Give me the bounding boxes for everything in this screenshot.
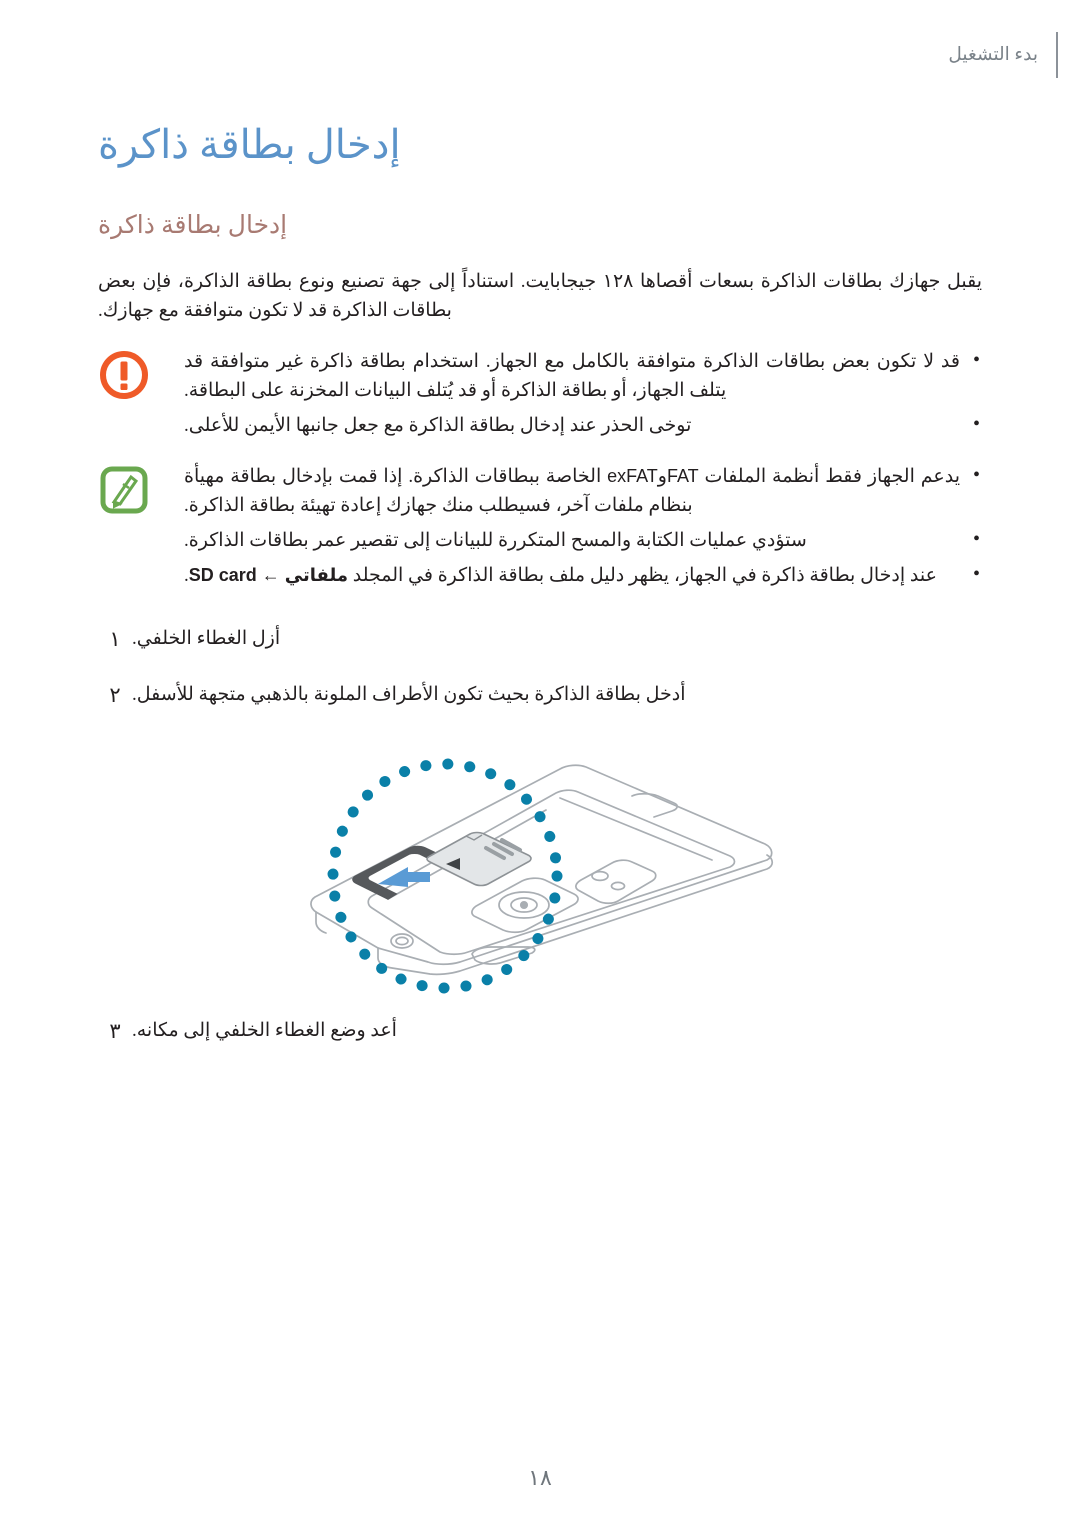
note-bullet-item: ستؤدي عمليات الكتابة والمسح المتكررة للب… [184, 525, 982, 555]
phone-back-memory-card-slot-illustration [260, 736, 820, 996]
note-text-prefix: يدعم الجهاز فقط أنظمة الملفات [698, 465, 960, 487]
caution-bullet-item: توخى الحذر عند إدخال بطاقة الذاكرة مع جع… [184, 410, 982, 440]
step-number: ٢ [109, 682, 121, 707]
file-system-fat-label: FAT [666, 465, 699, 486]
step-text: أدخل بطاقة الذاكرة بحيث تكون الأطراف الم… [132, 683, 686, 705]
step-item: أزل الغطاء الخلفي. ١ [98, 624, 982, 654]
step-item: أعد وضع الغطاء الخلفي إلى مكانه. ٣ [98, 1016, 982, 1046]
note-pencil-icon [98, 464, 150, 516]
step-item: أدخل بطاقة الذاكرة بحيث تكون الأطراف الم… [98, 680, 982, 710]
step-text: أزل الغطاء الخلفي. [132, 627, 281, 649]
file-system-exfat-label: exFAT [607, 465, 658, 486]
note-bullet-item: يدعم الجهاز فقط أنظمة الملفات FATوexFAT … [184, 461, 982, 520]
step-text: أعد وضع الغطاء الخلفي إلى مكانه. [132, 1019, 397, 1041]
page-number: ١٨ [528, 1465, 552, 1490]
chapter-title: إدخال بطاقة ذاكرة [98, 122, 401, 167]
note-bullet-list: يدعم الجهاز فقط أنظمة الملفات FATوexFAT … [184, 461, 982, 590]
caution-callout: قد لا تكون بعض بطاقات الذاكرة متوافقة با… [98, 346, 982, 440]
note-text-prefix: عند إدخال بطاقة ذاكرة في الجهاز، يظهر دل… [347, 564, 937, 586]
my-files-sd-card-path: ملفاتي ← SD card [188, 564, 348, 585]
section-title: إدخال بطاقة ذاكرة [98, 212, 288, 239]
procedure-steps-top: أزل الغطاء الخلفي. ١ أدخل بطاقة الذاكرة … [98, 624, 982, 710]
step-number: ١ [109, 626, 121, 651]
page-content: إدخال بطاقة ذاكرة إدخال بطاقة ذاكرة يقبل… [0, 0, 1080, 1072]
warning-exclamation-icon [98, 349, 150, 401]
section-intro-paragraph: يقبل جهازك بطاقات الذاكرة بسعات أقصاها ١… [98, 270, 982, 321]
procedure-steps-bottom: أعد وضع الغطاء الخلفي إلى مكانه. ٣ [98, 1016, 982, 1046]
note-bullet-item: عند إدخال بطاقة ذاكرة في الجهاز، يظهر دل… [184, 560, 982, 590]
note-text-conjunction: و [657, 465, 667, 487]
note-callout: يدعم الجهاز فقط أنظمة الملفات FATوexFAT … [98, 461, 982, 590]
caution-bullet-list: قد لا تكون بعض بطاقات الذاكرة متوافقة با… [184, 346, 982, 440]
step-number: ٣ [109, 1018, 121, 1043]
caution-bullet-item: قد لا تكون بعض بطاقات الذاكرة متوافقة با… [184, 346, 982, 405]
